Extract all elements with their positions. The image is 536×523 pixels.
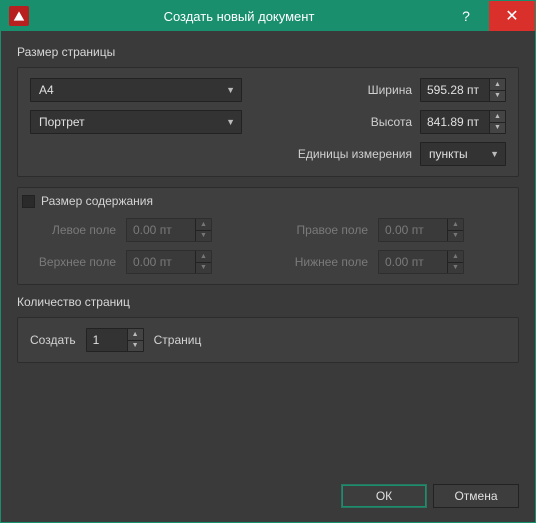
- help-button[interactable]: ?: [443, 1, 489, 31]
- height-label: Высота: [300, 115, 420, 129]
- right-margin-label: Правое поле: [282, 223, 378, 237]
- height-spinner[interactable]: 841.89 пт ▲▼: [420, 110, 506, 134]
- height-value: 841.89 пт: [427, 115, 479, 129]
- bottom-margin-value: 0.00 пт: [385, 255, 424, 269]
- page-preset-value: A4: [39, 83, 54, 97]
- page-preset-combo[interactable]: A4 ▼: [30, 78, 242, 102]
- close-button[interactable]: ✕: [489, 1, 535, 31]
- page-size-panel: A4 ▼ Ширина 595.28 пт ▲▼ Портрет: [17, 67, 519, 177]
- units-combo[interactable]: пункты ▼: [420, 142, 506, 166]
- spin-up-icon: ▲: [195, 251, 211, 263]
- right-margin-value: 0.00 пт: [385, 223, 424, 237]
- spin-down-icon[interactable]: ▼: [127, 341, 143, 352]
- top-margin-label: Верхнее поле: [30, 255, 126, 269]
- dialog-window: Создать новый документ ? ✕ Размер страни…: [0, 0, 536, 523]
- dialog-footer: ОК Отмена: [341, 484, 519, 508]
- top-margin-value: 0.00 пт: [133, 255, 172, 269]
- top-margin-spinner: 0.00 пт ▲▼: [126, 250, 212, 274]
- dialog-body: Размер страницы A4 ▼ Ширина 595.28 пт ▲▼: [1, 31, 535, 522]
- units-value: пункты: [429, 147, 468, 161]
- width-spinner[interactable]: 595.28 пт ▲▼: [420, 78, 506, 102]
- cancel-button[interactable]: Отмена: [433, 484, 519, 508]
- page-count-section-label: Количество страниц: [17, 295, 519, 309]
- spin-down-icon: ▼: [195, 231, 211, 242]
- create-label: Создать: [30, 333, 76, 347]
- page-count-spinner[interactable]: 1 ▲▼: [86, 328, 144, 352]
- spin-down-icon: ▼: [447, 263, 463, 274]
- right-margin-spinner: 0.00 пт ▲▼: [378, 218, 464, 242]
- window-title: Создать новый документ: [35, 9, 443, 24]
- chevron-down-icon: ▼: [226, 85, 235, 95]
- content-size-checkbox[interactable]: [22, 195, 35, 208]
- bottom-margin-spinner: 0.00 пт ▲▼: [378, 250, 464, 274]
- spin-up-icon: ▲: [195, 219, 211, 231]
- units-label: Единицы измерения: [298, 147, 420, 161]
- spin-up-icon[interactable]: ▲: [489, 79, 505, 91]
- left-margin-label: Левое поле: [30, 223, 126, 237]
- page-size-section-label: Размер страницы: [17, 45, 519, 59]
- app-icon: [9, 6, 29, 26]
- spin-up-icon[interactable]: ▲: [127, 329, 143, 341]
- spin-down-icon: ▼: [195, 263, 211, 274]
- content-size-section-label: Размер содержания: [41, 194, 153, 208]
- pages-suffix-label: Страниц: [154, 333, 202, 347]
- spin-up-icon: ▲: [447, 219, 463, 231]
- page-count-panel: Создать 1 ▲▼ Страниц: [17, 317, 519, 363]
- width-value: 595.28 пт: [427, 83, 479, 97]
- spin-down-icon[interactable]: ▼: [489, 91, 505, 102]
- bottom-margin-label: Нижнее поле: [282, 255, 378, 269]
- chevron-down-icon: ▼: [490, 149, 499, 159]
- left-margin-spinner: 0.00 пт ▲▼: [126, 218, 212, 242]
- ok-button[interactable]: ОК: [341, 484, 427, 508]
- spin-down-icon: ▼: [447, 231, 463, 242]
- left-margin-value: 0.00 пт: [133, 223, 172, 237]
- width-label: Ширина: [300, 83, 420, 97]
- spin-down-icon[interactable]: ▼: [489, 123, 505, 134]
- chevron-down-icon: ▼: [226, 117, 235, 127]
- orientation-value: Портрет: [39, 115, 85, 129]
- spin-up-icon: ▲: [447, 251, 463, 263]
- page-count-value: 1: [93, 333, 100, 347]
- spin-up-icon[interactable]: ▲: [489, 111, 505, 123]
- content-size-panel: Размер содержания Левое поле 0.00 пт ▲▼ …: [17, 187, 519, 285]
- orientation-combo[interactable]: Портрет ▼: [30, 110, 242, 134]
- titlebar: Создать новый документ ? ✕: [1, 1, 535, 31]
